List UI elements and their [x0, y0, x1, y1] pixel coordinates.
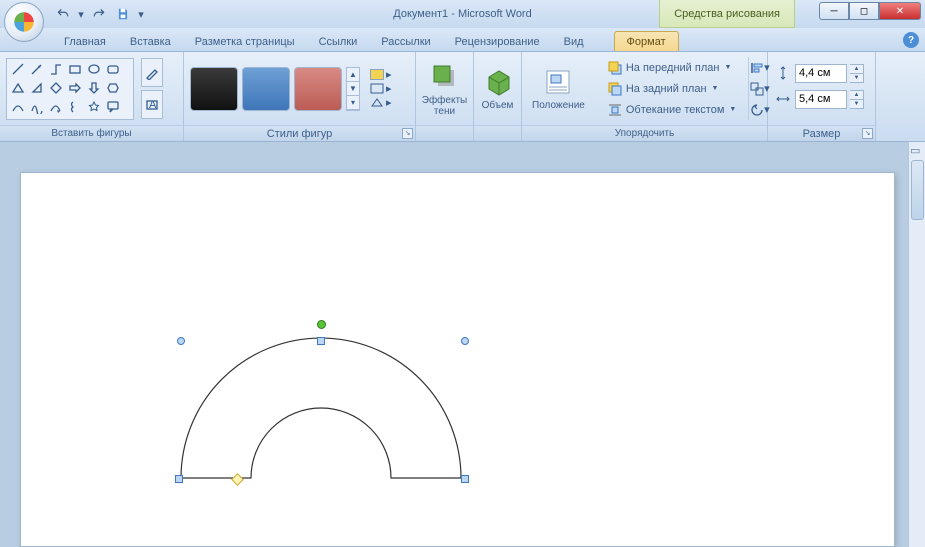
shadow-icon [429, 61, 461, 93]
document-area: ▭ [0, 142, 925, 547]
shapes-gallery[interactable] [6, 58, 134, 120]
height-icon [774, 64, 792, 82]
tab-review[interactable]: Рецензирование [443, 32, 552, 51]
shape-diamond-icon[interactable] [47, 80, 64, 97]
group-arrange: Положение На передний план▼ На задний пл… [522, 52, 768, 141]
window-controls: ─ ◻ ✕ [819, 2, 921, 20]
shape-star-icon[interactable] [85, 99, 102, 116]
qat-customize-dropdown[interactable]: ▾ [136, 3, 146, 25]
resize-handle-bottom-right[interactable] [461, 475, 469, 483]
shape-line-icon[interactable] [9, 61, 26, 78]
tab-home[interactable]: Главная [52, 32, 118, 51]
svg-text:A: A [149, 99, 157, 111]
scrollbar-thumb[interactable] [911, 160, 924, 220]
shape-triangle-icon[interactable] [9, 80, 26, 97]
shadow-effects-button[interactable]: Эффекты тени [416, 56, 473, 122]
shape-curve2-icon[interactable] [28, 99, 45, 116]
tab-format[interactable]: Формат [614, 31, 679, 51]
shape-right-arrow-icon[interactable] [66, 80, 83, 97]
close-button[interactable]: ✕ [879, 2, 921, 20]
shape-style-red[interactable] [294, 67, 342, 111]
send-back-icon [607, 81, 623, 97]
shape-brace-icon[interactable] [66, 99, 83, 116]
rotation-handle[interactable] [317, 320, 326, 329]
selected-shape-block-arc[interactable] [161, 318, 481, 498]
group-3d-effects: Объем [474, 52, 522, 141]
position-icon [542, 66, 574, 98]
shape-rounded-rect-icon[interactable] [104, 61, 121, 78]
shape-arrow-icon[interactable] [28, 61, 45, 78]
group-label-shape-styles: Стили фигур↘ [184, 125, 415, 141]
maximize-button[interactable]: ◻ [849, 2, 879, 20]
connection-handle-left[interactable] [177, 337, 185, 345]
ribbon: A Вставить фигуры ▲▼▾ ▸ ▸ ▸ Стили фигур↘… [0, 52, 925, 142]
ribbon-tabs: Главная Вставка Разметка страницы Ссылки… [0, 28, 925, 52]
group-insert-shapes: A Вставить фигуры [0, 52, 184, 141]
width-icon [774, 90, 792, 108]
shape-fill-button[interactable]: ▸ [370, 68, 404, 81]
resize-handle-bottom-left[interactable] [175, 475, 183, 483]
change-shape-button[interactable]: ▸ [370, 96, 404, 109]
text-box-button[interactable]: A [141, 90, 163, 119]
group-label-arrange: Упорядочить [522, 125, 767, 141]
size-launcher[interactable]: ↘ [862, 128, 873, 139]
shape-styles-launcher[interactable]: ↘ [402, 128, 413, 139]
office-button[interactable] [4, 2, 44, 42]
send-to-back-button[interactable]: На задний план▼ [603, 78, 740, 99]
edit-shape-button[interactable] [141, 58, 163, 87]
position-button[interactable]: Положение [526, 56, 591, 122]
shape-down-arrow-icon[interactable] [85, 80, 102, 97]
undo-dropdown[interactable]: ▾ [76, 3, 86, 25]
quick-access-toolbar: ▾ ▾ [52, 3, 146, 25]
styles-gallery-scroller[interactable]: ▲▼▾ [346, 67, 360, 111]
text-wrap-icon [607, 102, 623, 118]
vertical-scrollbar[interactable]: ▭ [908, 142, 925, 547]
contextual-tab-label: Средства рисования [659, 0, 795, 28]
group-label-size: Размер↘ [768, 125, 875, 141]
title-bar: ▾ ▾ Документ1 - Microsoft Word Средства … [0, 0, 925, 28]
shape-style-black[interactable] [190, 67, 238, 111]
resize-handle-top[interactable] [317, 337, 325, 345]
tab-mailings[interactable]: Рассылки [369, 32, 442, 51]
tab-references[interactable]: Ссылки [307, 32, 370, 51]
shape-hexagon-icon[interactable] [104, 80, 121, 97]
help-button[interactable]: ? [903, 32, 919, 48]
bring-to-front-button[interactable]: На передний план▼ [603, 57, 740, 78]
redo-button[interactable] [88, 3, 110, 25]
split-icon[interactable]: ▭ [910, 144, 924, 158]
shape-curve1-icon[interactable] [9, 99, 26, 116]
tab-page-layout[interactable]: Разметка страницы [183, 32, 307, 51]
3d-effects-button[interactable]: Объем [476, 56, 520, 122]
shape-curve-arrow-icon[interactable] [47, 99, 64, 116]
minimize-button[interactable]: ─ [819, 2, 849, 20]
connection-handle-right[interactable] [461, 337, 469, 345]
shape-style-blue[interactable] [242, 67, 290, 111]
group-label-insert-shapes: Вставить фигуры [0, 125, 183, 141]
group-label-shadow [416, 125, 473, 141]
group-size: ▲▼ ▲▼ Размер↘ [768, 52, 876, 141]
shape-oval-icon[interactable] [85, 61, 102, 78]
text-wrapping-button[interactable]: Обтекание текстом▼ [603, 99, 740, 120]
bring-front-icon [607, 60, 623, 76]
width-spinner[interactable]: ▲▼ [850, 90, 864, 109]
save-button[interactable] [112, 3, 134, 25]
undo-button[interactable] [52, 3, 74, 25]
group-shape-styles: ▲▼▾ ▸ ▸ ▸ Стили фигур↘ [184, 52, 416, 141]
group-label-3d [474, 125, 521, 141]
tab-view[interactable]: Вид [552, 32, 596, 51]
height-spinner[interactable]: ▲▼ [850, 64, 864, 83]
shape-rectangle-icon[interactable] [66, 61, 83, 78]
shape-height-input[interactable] [795, 64, 847, 83]
shape-width-input[interactable] [795, 90, 847, 109]
page[interactable] [20, 172, 895, 547]
3d-icon [482, 66, 514, 98]
tab-insert[interactable]: Вставка [118, 32, 183, 51]
shape-right-triangle-icon[interactable] [28, 80, 45, 97]
shape-callout-icon[interactable] [104, 99, 121, 116]
shape-connector-icon[interactable] [47, 61, 64, 78]
group-shadow-effects: Эффекты тени [416, 52, 474, 141]
shape-outline-button[interactable]: ▸ [370, 82, 404, 95]
